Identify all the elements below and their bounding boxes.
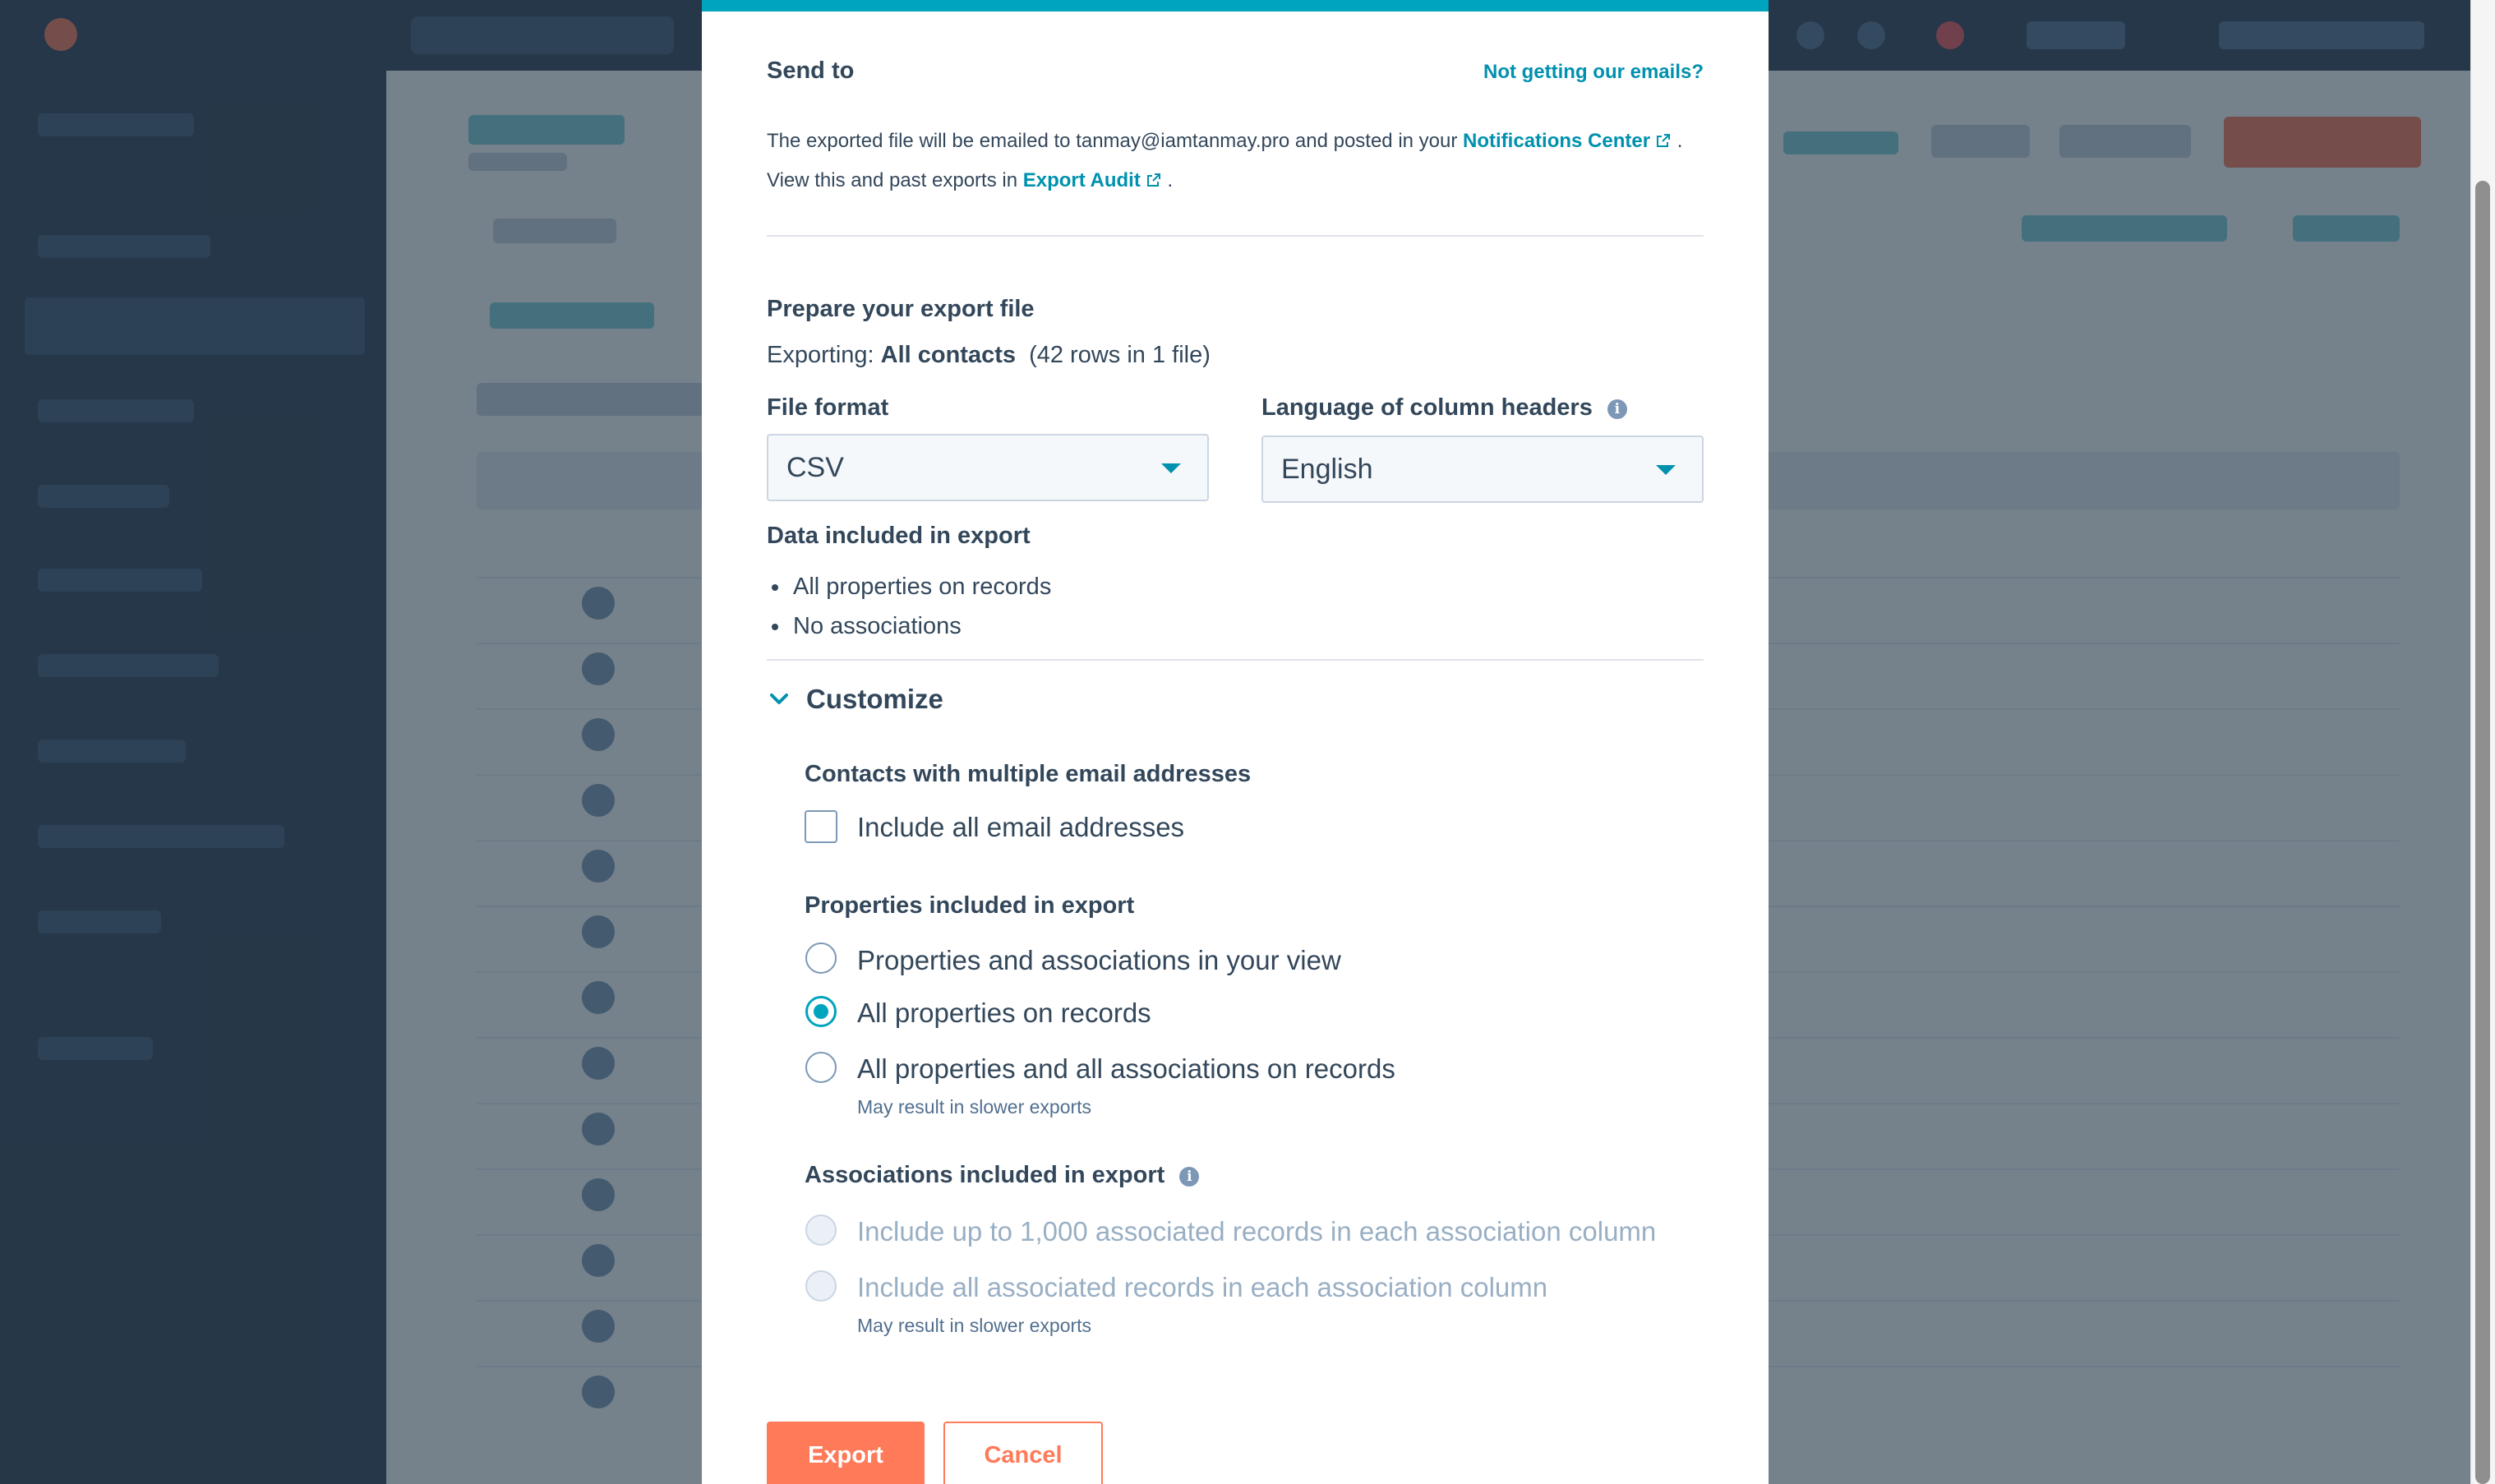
- customize-toggle[interactable]: Customize: [767, 679, 943, 720]
- export-destination-info: The exported file will be emailed to tan…: [767, 122, 1704, 200]
- list-item: All properties on records: [767, 567, 1051, 606]
- multiple-emails-heading: Contacts with multiple email addresses: [805, 761, 1252, 787]
- dropdown-caret-icon: [1656, 465, 1676, 475]
- include-all-emails-checkbox[interactable]: [805, 810, 837, 843]
- prepare-export-heading: Prepare your export file: [767, 296, 1035, 322]
- info-icon[interactable]: i: [1179, 1167, 1200, 1187]
- all-associations-label: Include all associated records in each a…: [857, 1272, 1548, 1302]
- slower-exports-note: May result in slower exports: [857, 1096, 1092, 1118]
- exporting-target: All contacts: [880, 342, 1017, 368]
- customize-label: Customize: [806, 684, 943, 714]
- export-dialog: Send to Not getting our emails? The expo…: [702, 0, 1769, 1484]
- export-audit-link-label: Export Audit: [1022, 169, 1141, 191]
- properties-heading: Properties included in export: [805, 892, 1135, 919]
- notifications-center-link[interactable]: Notifications Center: [1463, 130, 1672, 152]
- external-link-icon: [1657, 134, 1671, 147]
- slower-exports-note: May result in slower exports: [857, 1315, 1092, 1336]
- section-divider: [767, 235, 1704, 237]
- properties-in-view-radio[interactable]: [805, 942, 837, 974]
- language-select[interactable]: English: [1261, 436, 1704, 503]
- exporting-count: (42 rows in 1 file): [1029, 342, 1211, 368]
- file-format-select[interactable]: CSV: [767, 434, 1209, 501]
- include-all-emails-label[interactable]: Include all email addresses: [857, 812, 1184, 843]
- info-text: .: [1167, 169, 1174, 191]
- all-associations-radio: [805, 1270, 837, 1302]
- section-divider: [767, 659, 1704, 661]
- send-to-heading: Send to: [767, 58, 855, 84]
- properties-in-view-label[interactable]: Properties and associations in your view: [857, 945, 1341, 976]
- up-to-1000-associations-radio: [805, 1214, 837, 1246]
- exporting-label: Exporting:: [767, 342, 874, 368]
- dialog-accent-bar: [702, 0, 1769, 12]
- language-label: Language of column headers i: [1261, 394, 1627, 422]
- external-link-icon: [1146, 173, 1160, 187]
- cancel-button[interactable]: Cancel: [943, 1422, 1103, 1484]
- not-getting-emails-link[interactable]: Not getting our emails?: [1483, 61, 1704, 84]
- all-properties-radio[interactable]: [805, 996, 837, 1027]
- notifications-center-link-label: Notifications Center: [1463, 130, 1651, 152]
- data-included-list: All properties on records No association…: [767, 567, 1051, 646]
- exporting-summary: Exporting: All contacts (42 rows in 1 fi…: [767, 342, 1211, 369]
- info-icon[interactable]: i: [1607, 399, 1627, 419]
- all-properties-associations-label[interactable]: All properties and all associations on r…: [857, 1053, 1395, 1085]
- language-value: English: [1281, 454, 1373, 485]
- associations-heading: Associations included in export i: [805, 1162, 1200, 1189]
- list-item: No associations: [767, 606, 1051, 646]
- up-to-1000-associations-label: Include up to 1,000 associated records i…: [857, 1216, 1657, 1247]
- associations-heading-text: Associations included in export: [805, 1162, 1165, 1188]
- language-label-text: Language of column headers: [1261, 394, 1593, 421]
- export-button[interactable]: Export: [767, 1422, 925, 1484]
- export-audit-link[interactable]: Export Audit: [1023, 169, 1162, 191]
- data-included-label: Data included in export: [767, 523, 1031, 549]
- dropdown-caret-icon: [1161, 463, 1181, 473]
- info-text: The exported file will be emailed to tan…: [767, 130, 1458, 152]
- file-format-value: CSV: [786, 452, 844, 483]
- all-properties-associations-radio[interactable]: [805, 1052, 837, 1083]
- all-properties-label[interactable]: All properties on records: [857, 998, 1151, 1029]
- page-scrollbar-thumb[interactable]: [2475, 181, 2490, 1484]
- chevron-down-icon: [770, 694, 788, 704]
- file-format-label: File format: [767, 394, 889, 421]
